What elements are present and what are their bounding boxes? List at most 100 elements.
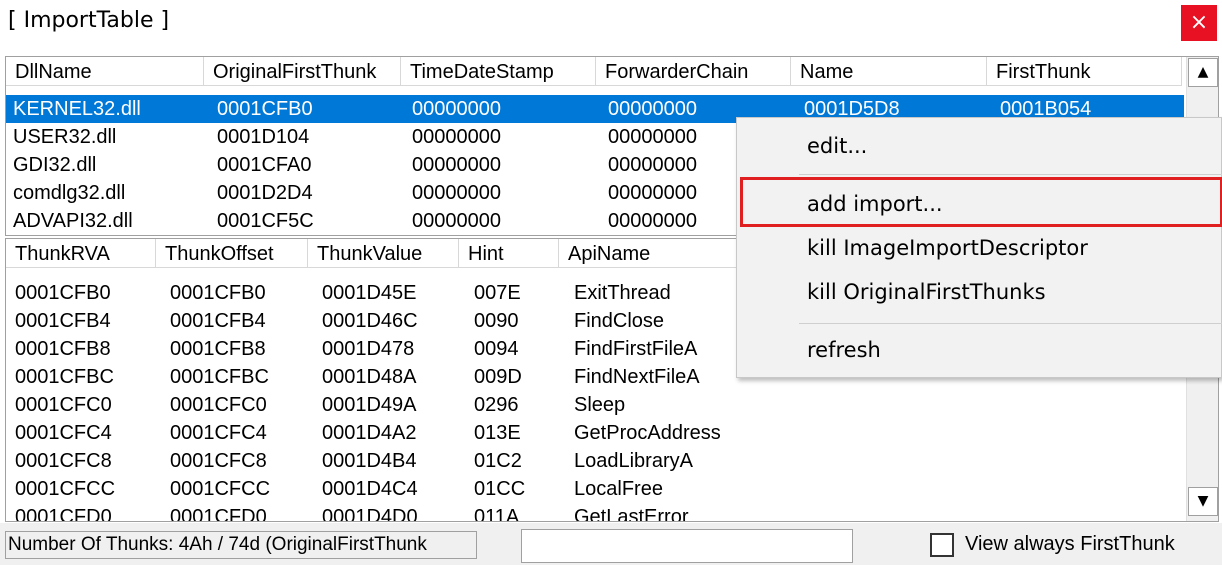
- thunk-cell: 0001CFC8: [15, 450, 112, 472]
- view-firstthunk-checkbox[interactable]: [930, 533, 954, 557]
- thunk-cell: 009D: [474, 366, 522, 388]
- thunk-cell: 0001CFCC: [170, 478, 271, 500]
- thunk-row[interactable]: 0001CFC8 0001CFC8 0001D4B4 01C2 LoadLibraryA: [6, 447, 1184, 475]
- chevron-down-icon: ▼: [1197, 493, 1209, 509]
- dll-cell: 0001CF5C: [217, 210, 314, 232]
- dll-cell: 00000000: [608, 98, 697, 120]
- dll-cell: 00000000: [412, 210, 501, 232]
- thunk-cell: LoadLibraryA: [574, 450, 693, 472]
- thunk-cell: FindClose: [574, 310, 665, 332]
- thunk-cell: 0001CFB4: [15, 310, 111, 332]
- dll-cell: 0001CFA0: [217, 154, 312, 176]
- thunk-cell: 013E: [474, 422, 521, 444]
- dll-cell: ADVAPI32.dll: [13, 210, 133, 232]
- thunk-row[interactable]: 0001CFD0 0001CFD0 0001D4D0 011A GetLastError: [6, 503, 1184, 522]
- col-name[interactable]: Name: [791, 57, 987, 86]
- col-dllname[interactable]: DllName: [6, 57, 204, 86]
- thunk-cell: 0001CFC0: [15, 394, 112, 416]
- dll-cell: 00000000: [608, 210, 697, 232]
- thunk-cell: 011A: [474, 506, 520, 522]
- dll-cell: 0001D104: [217, 126, 310, 148]
- status-input[interactable]: [521, 529, 853, 563]
- chevron-up-icon: ▲: [1197, 64, 1209, 80]
- dll-cell: 00000000: [412, 154, 501, 176]
- col-originalfirstthunk[interactable]: OriginalFirstThunk: [204, 57, 401, 86]
- thunk-cell: 0001D4D0: [322, 506, 418, 522]
- thunk-cell: 01C2: [474, 450, 522, 472]
- thunk-cell: FindFirstFileA: [574, 338, 698, 360]
- scroll-up-button[interactable]: ▲: [1188, 58, 1218, 87]
- thunk-cell: 0001CFC4: [15, 422, 112, 444]
- thunk-cell: 0001D4A2: [322, 422, 417, 444]
- window-title: [ ImportTable ]: [8, 8, 170, 33]
- dll-cell: 00000000: [412, 182, 501, 204]
- context-menu: edit... add import... kill ImageImportDe…: [736, 117, 1222, 378]
- thunk-cell: Sleep: [574, 394, 626, 416]
- col-thunkoffset[interactable]: ThunkOffset: [156, 239, 308, 268]
- menu-separator: [799, 174, 1222, 175]
- thunk-cell: 0296: [474, 394, 519, 416]
- col-timedatestamp[interactable]: TimeDateStamp: [401, 57, 596, 86]
- thunk-cell: 01CC: [474, 478, 526, 500]
- thunk-cell: 0001CFC0: [170, 394, 267, 416]
- thunk-cell: 0001D46C: [322, 310, 418, 332]
- thunk-row[interactable]: 0001CFCC 0001CFCC 0001D4C4 01CC LocalFree: [6, 475, 1184, 503]
- thunk-cell: 0001CFD0: [15, 506, 112, 522]
- dll-cell: USER32.dll: [13, 126, 117, 148]
- menu-item-add-import[interactable]: add import...: [807, 192, 943, 216]
- dll-cell: 0001CFB0: [217, 98, 313, 120]
- thunk-cell: 0001D4C4: [322, 478, 418, 500]
- col-forwarderchain[interactable]: ForwarderChain: [596, 57, 791, 86]
- dll-cell: 00000000: [608, 154, 697, 176]
- thunk-cell: 0001CFC8: [170, 450, 267, 472]
- thunk-cell: 0001CFB0: [15, 282, 111, 304]
- menu-item-kill-descriptor[interactable]: kill ImageImportDescriptor: [807, 236, 1088, 260]
- dll-cell: 00000000: [608, 126, 697, 148]
- thunk-cell: 0001D478: [322, 338, 415, 360]
- thunk-cell: 0001CFCC: [15, 478, 116, 500]
- menu-separator: [799, 323, 1222, 324]
- thunk-cell: LocalFree: [574, 478, 663, 500]
- menu-item-edit[interactable]: edit...: [807, 134, 867, 158]
- dll-cell: 00000000: [608, 182, 697, 204]
- thunk-cell: 0001D49A: [322, 394, 417, 416]
- thunk-cell: GetProcAddress: [574, 422, 721, 444]
- thunk-cell: 0001D4B4: [322, 450, 417, 472]
- dll-cell: GDI32.dll: [13, 154, 97, 176]
- thunk-cell: ExitThread: [574, 282, 671, 304]
- status-text: Number Of Thunks: 4Ah / 74d (OriginalFir…: [5, 531, 477, 559]
- thunk-row[interactable]: 0001CFC4 0001CFC4 0001D4A2 013E GetProcAddre…: [6, 419, 1184, 447]
- close-button[interactable]: ×: [1181, 5, 1217, 41]
- menu-item-kill-originalfirstthunks[interactable]: kill OriginalFirstThunks: [807, 280, 1046, 304]
- dll-table-header: DllName OriginalFirstThunk TimeDateStamp…: [6, 57, 1186, 87]
- close-icon: ×: [1189, 10, 1209, 35]
- thunk-cell: 0001CFB8: [170, 338, 266, 360]
- thunk-cell: 0001CFB0: [170, 282, 266, 304]
- thunk-cell: 0001CFB4: [170, 310, 266, 332]
- dll-cell: KERNEL32.dll: [13, 98, 141, 120]
- col-thunkvalue[interactable]: ThunkValue: [308, 239, 459, 268]
- status-bar: Number Of Thunks: 4Ah / 74d (OriginalFir…: [0, 523, 1222, 565]
- dll-cell: comdlg32.dll: [13, 182, 126, 204]
- dll-cell: 0001D2D4: [217, 182, 313, 204]
- view-firstthunk-label: View always FirstThunk: [965, 533, 1175, 555]
- col-firstthunk[interactable]: FirstThunk: [987, 57, 1182, 86]
- thunk-cell: GetLastError: [574, 506, 689, 522]
- col-hint[interactable]: Hint: [459, 239, 559, 268]
- thunk-cell: 0001D45E: [322, 282, 417, 304]
- menu-item-refresh[interactable]: refresh: [807, 338, 881, 362]
- thunk-cell: 0001D48A: [322, 366, 417, 388]
- thunk-cell: FindNextFileA: [574, 366, 700, 388]
- thunk-cell: 0094: [474, 338, 519, 360]
- thunk-cell: 0001CFC4: [170, 422, 267, 444]
- scroll-down-button[interactable]: ▼: [1188, 487, 1218, 516]
- thunk-row[interactable]: 0001CFC0 0001CFC0 0001D49A 0296 Sleep: [6, 391, 1184, 419]
- dll-cell: 00000000: [412, 126, 501, 148]
- thunk-cell: 007E: [474, 282, 521, 304]
- thunk-cell: 0001CFBC: [170, 366, 269, 388]
- thunk-cell: 0090: [474, 310, 519, 332]
- col-thunkrva[interactable]: ThunkRVA: [6, 239, 156, 268]
- dll-cell: 00000000: [412, 98, 501, 120]
- thunk-cell: 0001CFBC: [15, 366, 114, 388]
- thunk-cell: 0001CFD0: [170, 506, 267, 522]
